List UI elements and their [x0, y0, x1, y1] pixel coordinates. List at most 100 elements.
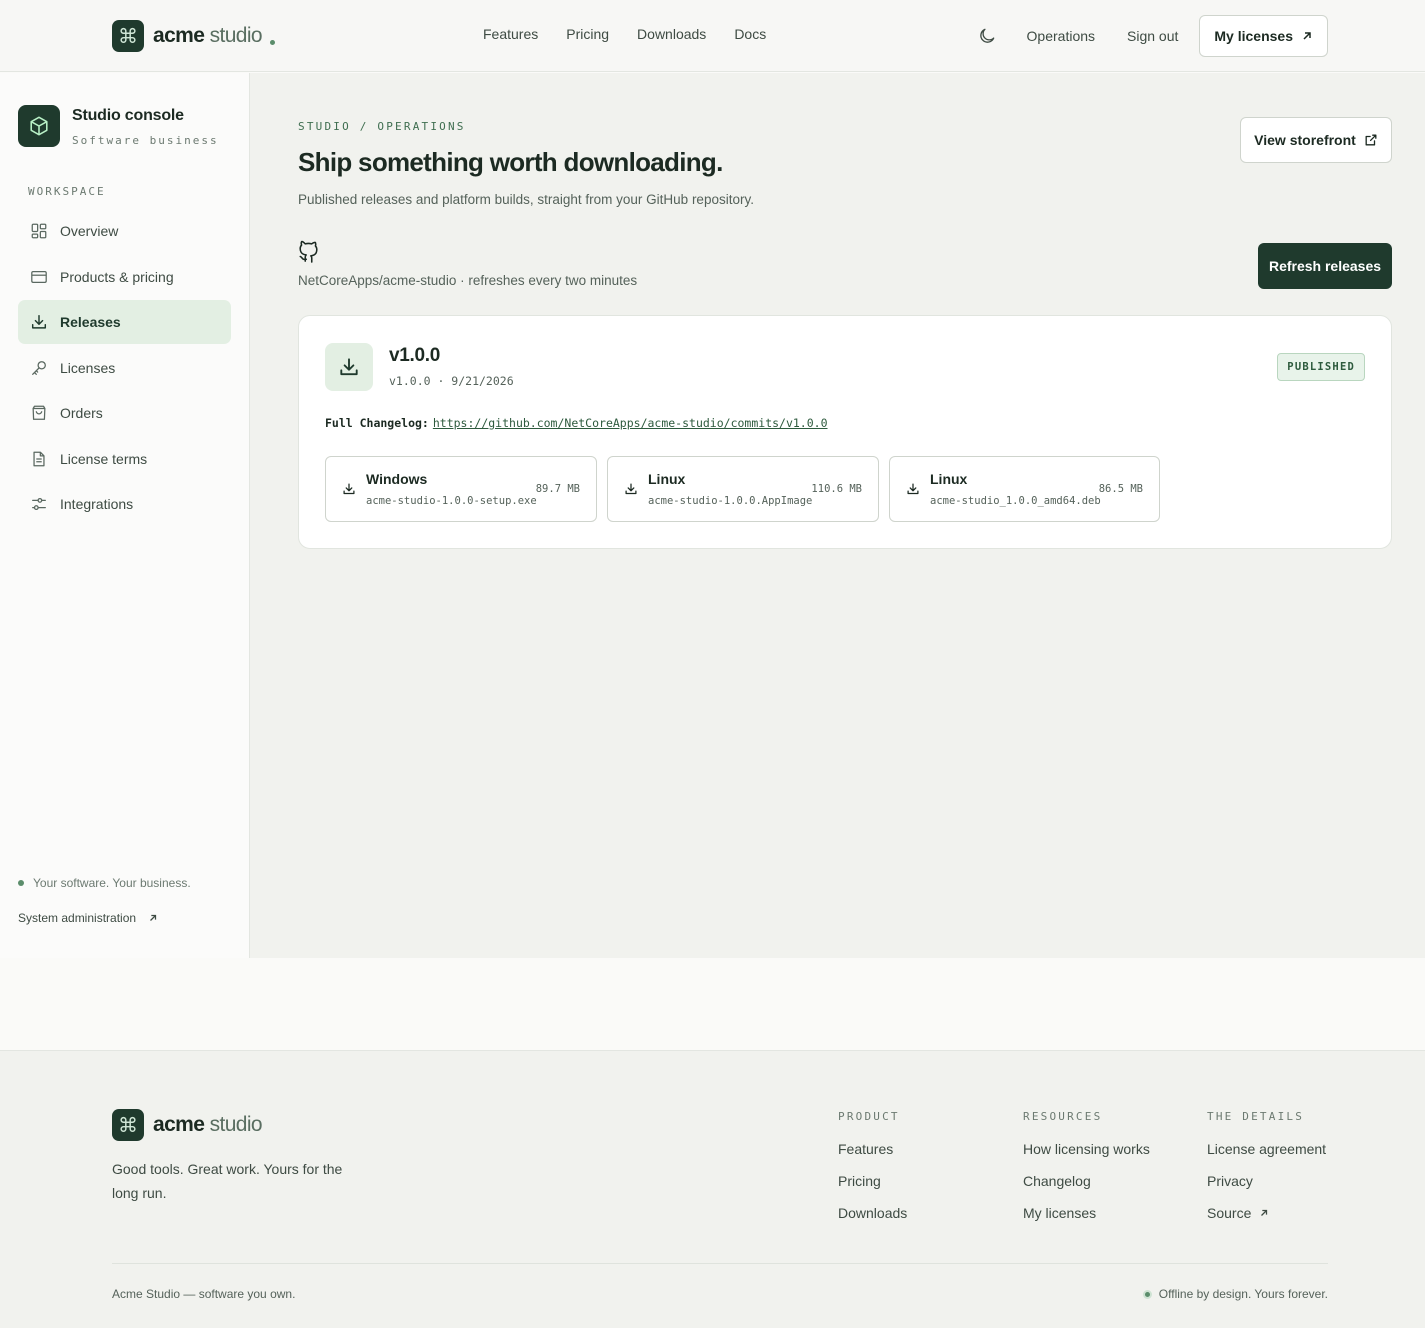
- sidebar-item-integrations[interactable]: Integrations: [18, 482, 231, 526]
- page-title: Ship something worth downloading.: [298, 147, 723, 177]
- footer-link-privacy[interactable]: Privacy: [1207, 1172, 1326, 1190]
- footer: ⌘ acme studio Good tools. Great work. Yo…: [0, 1050, 1425, 1328]
- sidebar-item-products-pricing[interactable]: Products & pricing: [18, 255, 231, 299]
- footer-brand[interactable]: ⌘ acme studio: [112, 1109, 263, 1141]
- sidebar-item-label: License terms: [60, 450, 148, 467]
- sidebar-item-label: Orders: [60, 405, 103, 421]
- card-icon: [31, 270, 47, 283]
- release-meta: v1.0.0 · 9/21/2026: [389, 374, 514, 388]
- asset-download-linux-deb[interactable]: Linux acme-studio_1.0.0_amd64.deb 86.5 M…: [889, 456, 1160, 522]
- download-icon: [343, 483, 355, 495]
- changelog-label: Full Changelog:: [325, 416, 429, 430]
- footer-link-features[interactable]: Features: [838, 1140, 907, 1158]
- status-dot: [18, 880, 24, 886]
- nav-link-docs[interactable]: Docs: [734, 26, 766, 42]
- footer-heading: THE DETAILS: [1207, 1110, 1305, 1123]
- status-dot: [1142, 1289, 1152, 1299]
- view-storefront-label: View storefront: [1254, 132, 1356, 148]
- nav-actions: Operations Sign out My licenses: [977, 15, 1328, 57]
- footer-link-downloads[interactable]: Downloads: [838, 1204, 907, 1222]
- nav-link-features[interactable]: Features: [483, 26, 538, 42]
- brand-logo[interactable]: ⌘ acme studio: [112, 20, 276, 52]
- status-badge: PUBLISHED: [1277, 353, 1365, 381]
- sidebar-item-label: Licenses: [60, 359, 116, 376]
- command-icon: ⌘: [112, 1109, 144, 1141]
- my-licenses-label: My licenses: [1214, 28, 1293, 44]
- sidebar-tagline: Your software. Your business.: [18, 876, 191, 890]
- footer-link-source[interactable]: Source: [1207, 1204, 1326, 1222]
- sidebar-item-label: Products & pricing: [60, 268, 174, 285]
- asset-download-windows[interactable]: Windows acme-studio-1.0.0-setup.exe 89.7…: [325, 456, 597, 522]
- release-assets: Windows acme-studio-1.0.0-setup.exe 89.7…: [325, 456, 1160, 522]
- nav-link-pricing[interactable]: Pricing: [566, 26, 609, 42]
- arrow-up-right-icon: [1261, 1209, 1268, 1216]
- operations-link[interactable]: Operations: [1027, 28, 1095, 44]
- changelog-line: Full Changelog: https://github.com/NetCor…: [325, 416, 828, 430]
- box-icon: [18, 105, 60, 147]
- sidebar-item-label: Releases: [60, 314, 121, 330]
- my-licenses-button[interactable]: My licenses: [1199, 15, 1328, 57]
- refresh-releases-button[interactable]: Refresh releases: [1258, 243, 1392, 289]
- footer-link-license-agreement[interactable]: License agreement: [1207, 1140, 1326, 1158]
- changelog-link[interactable]: https://github.com/NetCoreApps/acme-stud…: [433, 416, 828, 430]
- breadcrumb: STUDIO / OPERATIONS: [298, 120, 466, 133]
- command-icon: ⌘: [112, 20, 144, 52]
- asset-filename: acme-studio_1.0.0_amd64.deb: [930, 495, 1101, 507]
- footer-status: Offline by design. Yours forever.: [1142, 1287, 1328, 1301]
- sidebar-item-label: Integrations: [60, 496, 134, 512]
- sidebar-tagline-text: Your software. Your business.: [33, 876, 191, 890]
- console-header: Studio console Software business: [18, 105, 219, 147]
- asset-size: 89.7 MB: [535, 483, 580, 495]
- footer-heading: PRODUCT: [838, 1110, 900, 1123]
- asset-download-linux-appimage[interactable]: Linux acme-studio-1.0.0.AppImage 110.6 M…: [607, 456, 879, 522]
- sliders-icon: [32, 497, 46, 511]
- system-admin-label: System administration: [18, 911, 137, 925]
- grid-icon: [31, 223, 47, 239]
- sidebar: Studio console Software business WORKSPA…: [0, 73, 250, 958]
- sidebar-item-overview[interactable]: Overview: [18, 209, 231, 253]
- footer-divider: [112, 1263, 1328, 1264]
- view-storefront-button[interactable]: View storefront: [1240, 117, 1392, 163]
- main-nav: Features Pricing Downloads Docs: [483, 26, 766, 42]
- asset-filename: acme-studio-1.0.0-setup.exe: [366, 495, 537, 507]
- github-icon: [299, 240, 318, 263]
- sidebar-item-label: Overview: [60, 223, 119, 239]
- moon-icon[interactable]: [977, 26, 997, 46]
- footer-link-how-licensing-works[interactable]: How licensing works: [1023, 1140, 1150, 1158]
- document-icon: [33, 451, 45, 466]
- console-title: Studio console: [72, 107, 184, 124]
- page-description: Published releases and platform builds, …: [298, 192, 754, 207]
- footer-heading: RESOURCES: [1023, 1110, 1103, 1123]
- nav-link-downloads[interactable]: Downloads: [637, 26, 706, 42]
- arrow-up-right-icon: [150, 914, 157, 921]
- footer-link-pricing[interactable]: Pricing: [838, 1172, 907, 1190]
- sidebar-item-orders[interactable]: Orders: [18, 391, 231, 435]
- asset-os: Linux: [648, 471, 686, 487]
- footer-column-details: THE DETAILS License agreement Privacy So…: [1207, 1110, 1326, 1236]
- footer-link-my-licenses[interactable]: My licenses: [1023, 1204, 1150, 1222]
- asset-os: Windows: [366, 471, 428, 487]
- external-link-icon: [1365, 134, 1377, 146]
- sidebar-item-releases[interactable]: Releases: [18, 300, 231, 344]
- footer-column-product: PRODUCT Features Pricing Downloads: [838, 1110, 907, 1236]
- sidebar-item-license-terms[interactable]: License terms: [18, 437, 231, 481]
- brand-dot: [270, 39, 276, 45]
- footer-tagline: Good tools. Great work. Yours for the lo…: [112, 1161, 343, 1201]
- brand-name: acme studio: [153, 24, 263, 47]
- asset-os: Linux: [930, 471, 968, 487]
- footer-link-changelog[interactable]: Changelog: [1023, 1172, 1150, 1190]
- download-icon: [907, 483, 919, 495]
- top-navbar: ⌘ acme studio Features Pricing Downloads…: [0, 0, 1425, 72]
- footer-column-resources: RESOURCES How licensing works Changelog …: [1023, 1110, 1150, 1236]
- repo-info: NetCoreApps/acme-studio · refreshes ever…: [298, 273, 638, 288]
- sidebar-item-licenses[interactable]: Licenses: [18, 346, 231, 390]
- footer-copyright: Acme Studio — software you own.: [112, 1287, 296, 1301]
- sidebar-nav: Overview Products & pricing Releases Lic…: [18, 209, 231, 528]
- release-version: v1.0.0: [389, 345, 441, 366]
- system-admin-link[interactable]: System administration: [18, 911, 158, 925]
- asset-size: 86.5 MB: [1098, 483, 1143, 495]
- sign-out-link[interactable]: Sign out: [1127, 28, 1178, 44]
- download-icon: [625, 483, 637, 495]
- arrow-up-right-icon: [1303, 32, 1311, 40]
- main-content: STUDIO / OPERATIONS Ship something worth…: [250, 73, 1425, 958]
